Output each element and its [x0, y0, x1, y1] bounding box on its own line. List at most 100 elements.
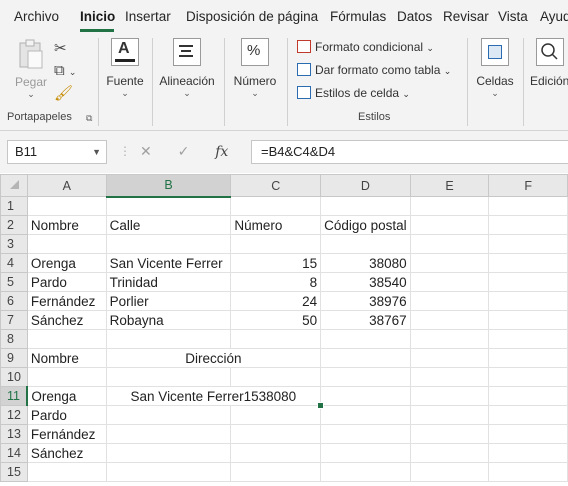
cell-c13[interactable]	[230, 424, 322, 444]
cell-c14[interactable]	[230, 443, 322, 463]
cell-d3[interactable]	[320, 234, 411, 254]
cell-c5[interactable]: 8	[230, 272, 322, 292]
cell-d8[interactable]	[320, 329, 411, 349]
cell-a13[interactable]: Fernández	[26, 424, 107, 444]
cell-e9[interactable]	[488, 348, 568, 368]
cell-f5[interactable]	[488, 272, 568, 292]
cell-e13[interactable]	[409, 424, 490, 444]
tab-inicio[interactable]: Inicio	[80, 9, 115, 24]
cell-a4[interactable]: Orenga	[26, 253, 107, 273]
cell-d12[interactable]	[320, 405, 411, 425]
cell-d6[interactable]: 38976	[320, 291, 411, 311]
column-header-e[interactable]: E	[409, 174, 490, 197]
row-header[interactable]: 13	[0, 424, 28, 444]
cell-a8[interactable]	[26, 329, 107, 349]
cell-c9[interactable]	[320, 348, 411, 368]
cell-a6[interactable]: Fernández	[26, 291, 107, 311]
cell-b1[interactable]	[105, 196, 232, 216]
formula-input[interactable]: =B4&C4&D4	[251, 140, 568, 164]
cell-f2[interactable]	[488, 215, 568, 235]
cell-b6[interactable]: Porlier	[105, 291, 232, 311]
row-header[interactable]: 2	[0, 215, 28, 235]
cell-c8[interactable]	[230, 329, 322, 349]
row-header[interactable]: 4	[0, 253, 28, 273]
tab-ayuda[interactable]: Ayud	[540, 9, 568, 24]
cell-d15[interactable]	[320, 462, 411, 482]
row-header[interactable]: 1	[0, 196, 28, 216]
cell-b10[interactable]	[105, 367, 232, 387]
cell-a1[interactable]	[26, 196, 107, 216]
cell-d14[interactable]	[320, 443, 411, 463]
cell-b15[interactable]	[105, 462, 232, 482]
cell-b4[interactable]: San Vicente Ferrer	[105, 253, 232, 273]
tab-datos[interactable]: Datos	[397, 9, 432, 24]
row-header[interactable]: 5	[0, 272, 28, 292]
row-header[interactable]: 10	[0, 367, 28, 387]
row-header[interactable]: 9	[0, 348, 28, 368]
cell-a3[interactable]	[26, 234, 107, 254]
cell-c7[interactable]: 50	[230, 310, 322, 330]
cell-f15[interactable]	[488, 462, 568, 482]
cell-e1[interactable]	[409, 196, 490, 216]
tab-formulas[interactable]: Fórmulas	[330, 9, 386, 24]
cell-a12[interactable]: Pardo	[26, 405, 107, 425]
cell-d9[interactable]	[409, 348, 490, 368]
cell-f6[interactable]	[488, 291, 568, 311]
cancel-icon[interactable]: ✕	[140, 143, 152, 159]
cell-e3[interactable]	[409, 234, 490, 254]
cell-a7[interactable]: Sánchez	[26, 310, 107, 330]
row-header[interactable]: 14	[0, 443, 28, 463]
cut-icon[interactable]: ✂	[54, 38, 76, 60]
cell-b14[interactable]	[105, 443, 232, 463]
number-button[interactable]: % Número ⌄	[230, 38, 280, 98]
cell-d4[interactable]: 38080	[320, 253, 411, 273]
cell-c15[interactable]	[230, 462, 322, 482]
drag-handle-icon[interactable]: ⋮	[119, 144, 131, 158]
cell-c1[interactable]	[230, 196, 322, 216]
row-header[interactable]: 8	[0, 329, 28, 349]
format-as-table-button[interactable]: Dar formato como tabla ⌄	[297, 63, 451, 77]
cell-f3[interactable]	[488, 234, 568, 254]
cell-f4[interactable]	[488, 253, 568, 273]
cell-c10[interactable]	[230, 367, 322, 387]
name-box[interactable]: B11 ▼	[7, 140, 107, 164]
cell-d5[interactable]: 38540	[320, 272, 411, 292]
insert-function-icon[interactable]: fx	[215, 144, 228, 160]
tab-vista[interactable]: Vista	[498, 9, 528, 24]
cell-e12[interactable]	[409, 405, 490, 425]
cell-f14[interactable]	[488, 443, 568, 463]
row-header[interactable]: 6	[0, 291, 28, 311]
cell-e8[interactable]	[409, 329, 490, 349]
cell-b13[interactable]	[105, 424, 232, 444]
tab-archivo[interactable]: Archivo	[14, 9, 59, 24]
copy-icon[interactable]: ⧉ ⌄	[54, 60, 76, 83]
cell-b8[interactable]	[105, 329, 232, 349]
cell-e5[interactable]	[409, 272, 490, 292]
row-header[interactable]: 15	[0, 462, 28, 482]
column-header-f[interactable]: F	[488, 174, 568, 197]
cell-c3[interactable]	[230, 234, 322, 254]
cell-e15[interactable]	[409, 462, 490, 482]
cell-e2[interactable]	[409, 215, 490, 235]
cell-b12[interactable]	[105, 405, 232, 425]
cell-e11[interactable]	[409, 386, 490, 406]
tab-insertar[interactable]: Insertar	[125, 9, 171, 24]
cell-a5[interactable]: Pardo	[26, 272, 107, 292]
column-header-b[interactable]: B	[105, 174, 232, 198]
cell-b2[interactable]: Calle	[105, 215, 232, 235]
cell-f13[interactable]	[488, 424, 568, 444]
cell-c12[interactable]	[230, 405, 322, 425]
cell-e4[interactable]	[409, 253, 490, 273]
select-all-corner[interactable]	[0, 174, 28, 197]
cell-a9[interactable]: Nombre	[26, 348, 107, 368]
cell-d7[interactable]: 38767	[320, 310, 411, 330]
cell-b3[interactable]	[105, 234, 232, 254]
dialog-launcher-icon[interactable]: ⧉	[86, 113, 92, 124]
cell-a10[interactable]	[26, 367, 107, 387]
cell-e14[interactable]	[409, 443, 490, 463]
cell-styles-button[interactable]: Estilos de celda ⌄	[297, 86, 410, 100]
column-header-a[interactable]: A	[26, 174, 107, 197]
cell-f10[interactable]	[488, 367, 568, 387]
alignment-button[interactable]: Alineación ⌄	[156, 38, 218, 98]
cell-f1[interactable]	[488, 196, 568, 216]
